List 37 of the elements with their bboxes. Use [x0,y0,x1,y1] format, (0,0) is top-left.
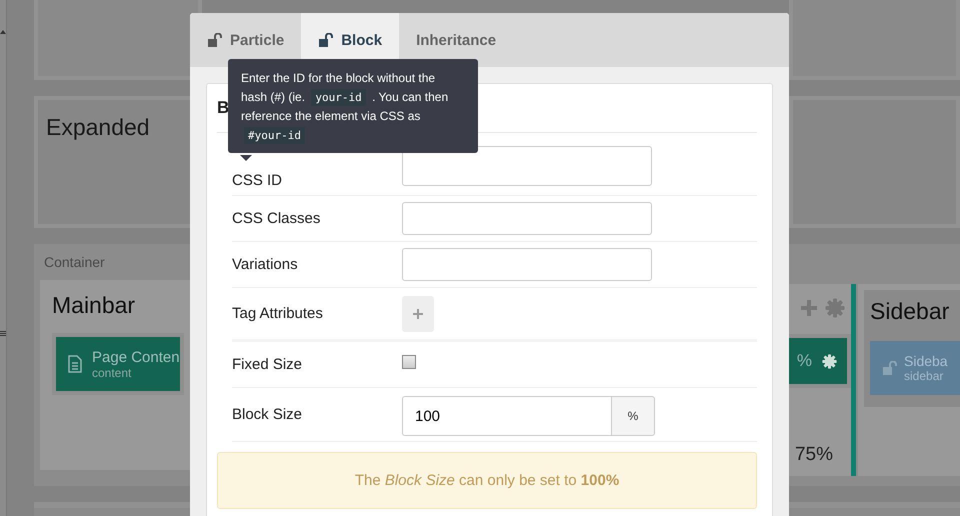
text-field[interactable] [402,146,652,186]
block-subtitle: sidebar [904,369,944,383]
grid-title: Mainbar [52,292,136,319]
grid-size: 75% [794,444,833,466]
settings-icon[interactable] [822,354,837,368]
document-icon [68,355,82,373]
scroll-up-icon[interactable] [0,30,6,34]
unit-addon: % [612,396,655,436]
tooltip: Enter the ID for the block without the hash (#) (ie. your-id . You can then reference the element via CSS as #your-id [228,59,478,153]
add-button[interactable] [402,296,434,332]
text-field[interactable] [402,202,652,235]
field-label: Variations [232,256,299,273]
card-title: B [217,98,230,117]
padlock-icon [318,33,334,47]
grid-title: Sidebar [870,298,950,325]
content-block[interactable]: Page Conten content [52,333,184,395]
info-alert: The Block Size can only be set to 100% [217,452,757,509]
size-field[interactable]: 100 [402,396,612,436]
tooltip-arrow [240,155,252,161]
checkbox[interactable] [402,354,416,368]
padlock-icon [207,33,223,47]
block-subtitle: content [92,366,132,380]
section-title: Expanded [46,114,150,140]
locked-block[interactable]: Sideba sidebar [870,341,960,395]
plus-icon [413,309,423,319]
block-size: % [796,351,812,371]
block-title: Page Conten [92,348,180,366]
field-label: CSS Classes [232,210,322,227]
field-label: Tag Attributes [232,305,324,322]
container-label: Container [44,254,106,270]
field-label: Block Size [232,406,304,423]
padlock-icon [882,361,898,375]
field-label: CSS ID [232,172,284,189]
block-title: Sideba [904,353,948,369]
text-field[interactable] [402,248,652,281]
field-label: Fixed Size [232,356,304,373]
drag-handle-icon[interactable] [0,331,6,336]
